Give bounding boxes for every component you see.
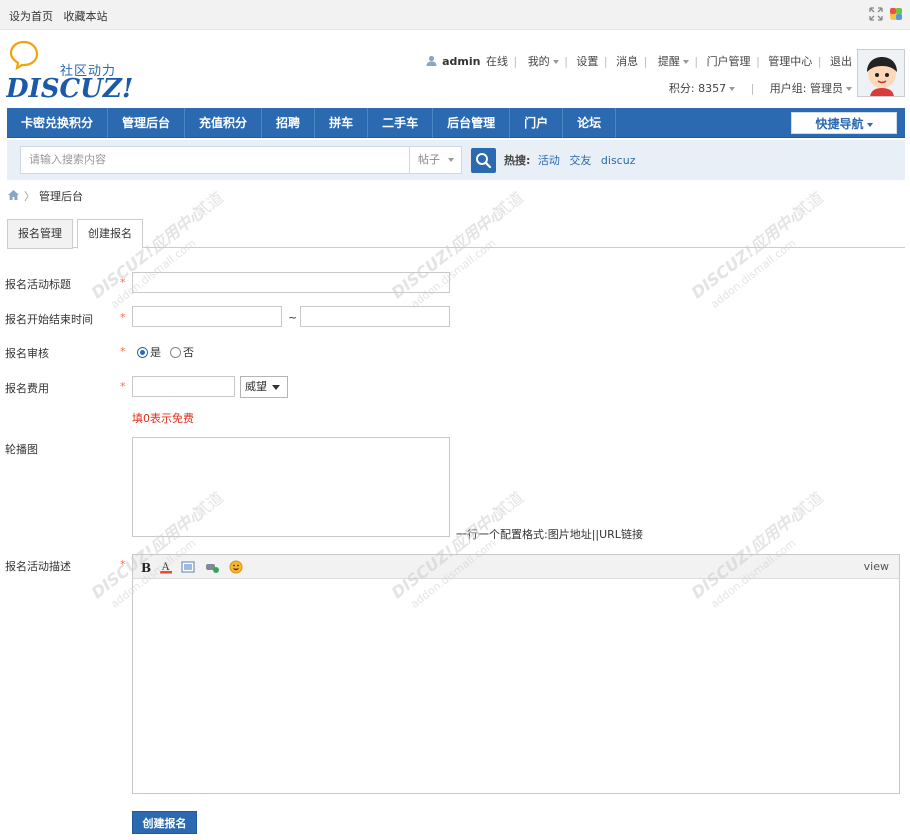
tab-signup-manage[interactable]: 报名管理 — [7, 219, 73, 249]
top-bar: 设为首页 收藏本站 — [0, 0, 910, 30]
field-label-description: 报名活动描述 — [5, 560, 71, 573]
emoji-icon[interactable] — [229, 560, 243, 574]
breadcrumb-separator: 〉 — [24, 190, 35, 203]
radio-checked-icon — [137, 346, 148, 358]
bookmark-link[interactable]: 收藏本站 — [64, 10, 108, 23]
nav-item-portal[interactable]: 门户 — [510, 108, 564, 138]
color-theme-icon[interactable] — [889, 7, 903, 21]
nav-item-carpool[interactable]: 拼车 — [315, 108, 369, 138]
breadcrumb: 〉 管理后台 — [7, 188, 83, 204]
menu-messages[interactable]: 消息 — [616, 55, 638, 68]
insert-link-icon[interactable] — [205, 560, 219, 574]
user-icon — [426, 55, 441, 68]
logo-subtitle: 社区动力 — [60, 64, 117, 79]
field-label-time: 报名开始结束时间 — [5, 313, 93, 326]
required-star: * — [120, 558, 126, 571]
svg-text:贰道: 贰道 — [790, 488, 827, 523]
menu-admin-center[interactable]: 管理中心 — [768, 55, 812, 68]
menu-portal-admin[interactable]: 门户管理 — [707, 55, 751, 68]
svg-text:B: B — [141, 561, 151, 574]
chevron-down-icon — [272, 384, 280, 390]
nav-item-admin-backend[interactable]: 管理后台 — [108, 108, 186, 138]
search-button[interactable] — [471, 148, 496, 173]
required-star: * — [120, 380, 126, 393]
font-color-icon[interactable]: A — [159, 560, 173, 574]
online-status[interactable]: 在线 — [486, 55, 508, 68]
required-star: * — [120, 311, 126, 324]
menu-my[interactable]: 我的 — [526, 55, 559, 68]
hot-search-item[interactable]: 活动 — [538, 154, 560, 167]
chevron-down-icon — [866, 122, 873, 127]
fullscreen-icon[interactable] — [869, 7, 883, 21]
fee-unit-select[interactable]: 威望 — [240, 376, 288, 398]
title-input[interactable] — [132, 272, 450, 293]
hot-search-item[interactable]: discuz — [601, 154, 636, 167]
usergroup-menu[interactable]: 用户组: 管理员 — [770, 82, 852, 95]
start-time-input[interactable] — [132, 306, 282, 327]
nav-item-card-exchange[interactable]: 卡密兑换积分 — [7, 108, 109, 138]
tab-create-signup[interactable]: 创建报名 — [77, 219, 143, 249]
field-label-carousel: 轮播图 — [5, 443, 38, 456]
description-editor[interactable]: B A view — [132, 554, 900, 794]
username-link[interactable]: admin — [442, 55, 480, 68]
end-time-input[interactable] — [300, 306, 450, 327]
carousel-format-note: 一行一个配置格式:图片地址||URL链接 — [456, 528, 643, 541]
review-no-radio[interactable]: 否 — [170, 344, 194, 360]
search-scope-select[interactable]: 帖子 — [410, 146, 462, 174]
nav-item-used-cars[interactable]: 二手车 — [368, 108, 434, 138]
create-signup-button[interactable]: 创建报名 — [132, 811, 197, 834]
set-homepage-link[interactable]: 设为首页 — [9, 10, 53, 23]
nav-item-jobs[interactable]: 招聘 — [262, 108, 316, 138]
required-star: * — [120, 345, 126, 358]
image-icon[interactable] — [181, 560, 195, 574]
fee-hint: 填0表示免费 — [132, 412, 194, 425]
editor-view-toggle[interactable]: view — [864, 560, 889, 573]
search-icon — [476, 153, 492, 169]
fee-input[interactable] — [132, 376, 235, 397]
tab-bar: 报名管理 创建报名 — [7, 218, 905, 249]
search-bar: 请输入搜索内容 帖子 热搜: 活动 交友 discuz — [7, 140, 905, 180]
bold-icon[interactable]: B — [139, 560, 153, 575]
nav-item-recharge[interactable]: 充值积分 — [185, 108, 263, 138]
hot-search-label: 热搜: — [504, 154, 531, 167]
time-separator: ~ — [288, 311, 298, 324]
hot-search-item[interactable]: 交友 — [569, 154, 591, 167]
carousel-textarea[interactable] — [132, 437, 450, 537]
radio-unchecked-icon — [170, 346, 181, 358]
main-nav: 卡密兑换积分 管理后台 充值积分 招聘 拼车 二手车 后台管理 门户 论坛 快捷… — [7, 108, 905, 138]
quick-nav-button[interactable]: 快捷导航 — [791, 112, 897, 134]
search-input[interactable]: 请输入搜索内容 — [20, 146, 410, 174]
svg-text:贰道: 贰道 — [490, 488, 527, 523]
required-star: * — [120, 276, 126, 289]
field-label-fee: 报名费用 — [5, 382, 49, 395]
editor-toolbar: B A view — [133, 555, 899, 579]
avatar[interactable] — [857, 49, 905, 97]
hot-search: 热搜: 活动 交友 discuz — [504, 152, 641, 168]
svg-text:DISCUZ!应用中心: DISCUZ!应用中心 — [688, 202, 810, 303]
watermark: DISCUZ!应用中心 addon.dismall.com 贰道 — [60, 180, 260, 320]
menu-logout[interactable]: 退出 — [830, 55, 852, 68]
watermark: DISCUZ!应用中心 addon.dismall.com 贰道 — [660, 180, 860, 320]
field-label-review: 报名审核 — [5, 347, 49, 360]
watermark: DISCUZ!应用中心 addon.dismall.com 贰道 — [360, 180, 560, 320]
home-icon[interactable] — [7, 189, 20, 204]
user-info: admin 在线 | 我的 | 设置 | 消息 | 提醒 | 门户管理 | 管理… — [424, 53, 852, 96]
breadcrumb-current[interactable]: 管理后台 — [39, 188, 83, 204]
points-menu[interactable]: 积分: 8357 — [669, 82, 736, 95]
nav-item-backend-admin[interactable]: 后台管理 — [433, 108, 511, 138]
menu-reminders[interactable]: 提醒 — [656, 55, 689, 68]
field-label-title: 报名活动标题 — [5, 278, 71, 291]
nav-item-forum[interactable]: 论坛 — [563, 108, 617, 138]
menu-settings[interactable]: 设置 — [576, 55, 598, 68]
review-yes-radio[interactable]: 是 — [137, 344, 161, 360]
